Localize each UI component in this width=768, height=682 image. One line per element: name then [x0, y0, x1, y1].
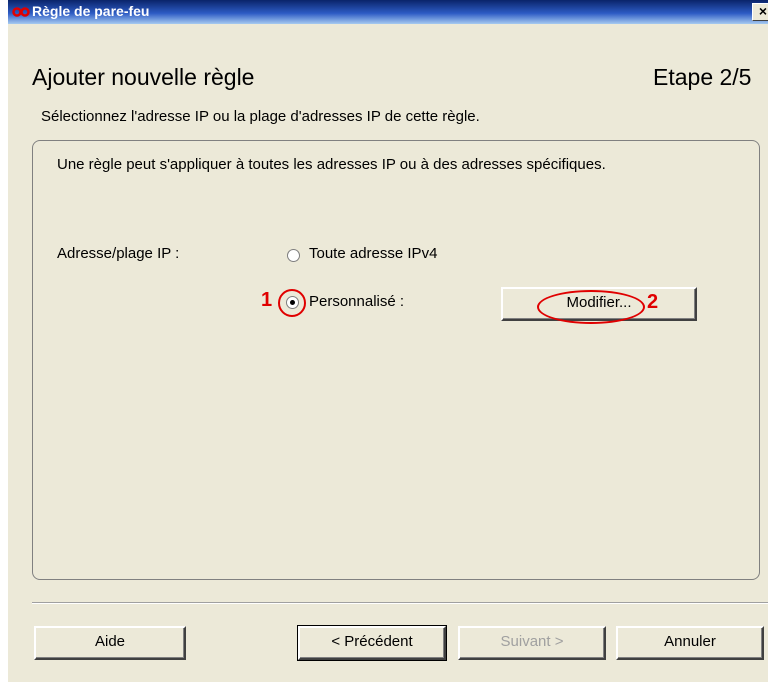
radio-custom[interactable] — [286, 296, 299, 309]
rule-panel: Une règle peut s'appliquer à toutes les … — [32, 140, 760, 580]
cancel-button[interactable]: Annuler — [616, 626, 764, 660]
page-title: Ajouter nouvelle règle — [32, 64, 255, 90]
step-indicator: Etape 2/5 — [653, 64, 752, 90]
next-button[interactable]: Suivant > — [458, 626, 606, 660]
help-button[interactable]: Aide — [34, 626, 186, 660]
radio-selected-dot — [290, 300, 295, 305]
close-button[interactable]: × — [752, 3, 768, 21]
radio-any-ipv4-label[interactable]: Toute adresse IPv4 — [309, 245, 437, 262]
radio-any-ipv4[interactable] — [287, 249, 300, 262]
firewall-rule-dialog: Règle de pare-feu × Ajouter nouvelle règ… — [8, 0, 768, 682]
infinity-logo-icon — [12, 7, 30, 17]
annotation-1: 1 — [261, 289, 273, 311]
radio-custom-label[interactable]: Personnalisé : — [309, 293, 404, 310]
previous-button[interactable]: < Précédent — [297, 625, 447, 661]
title-bar[interactable]: Règle de pare-feu × — [8, 0, 768, 24]
page-subtitle: Sélectionnez l'adresse IP ou la plage d'… — [41, 108, 480, 125]
annotation-2: 2 — [647, 291, 659, 313]
ip-range-label: Adresse/plage IP : — [57, 245, 180, 262]
window-title: Règle de pare-feu — [32, 3, 150, 19]
footer-separator — [32, 602, 768, 604]
annotation-ring-button — [537, 290, 645, 324]
panel-description: Une règle peut s'appliquer à toutes les … — [57, 156, 606, 173]
